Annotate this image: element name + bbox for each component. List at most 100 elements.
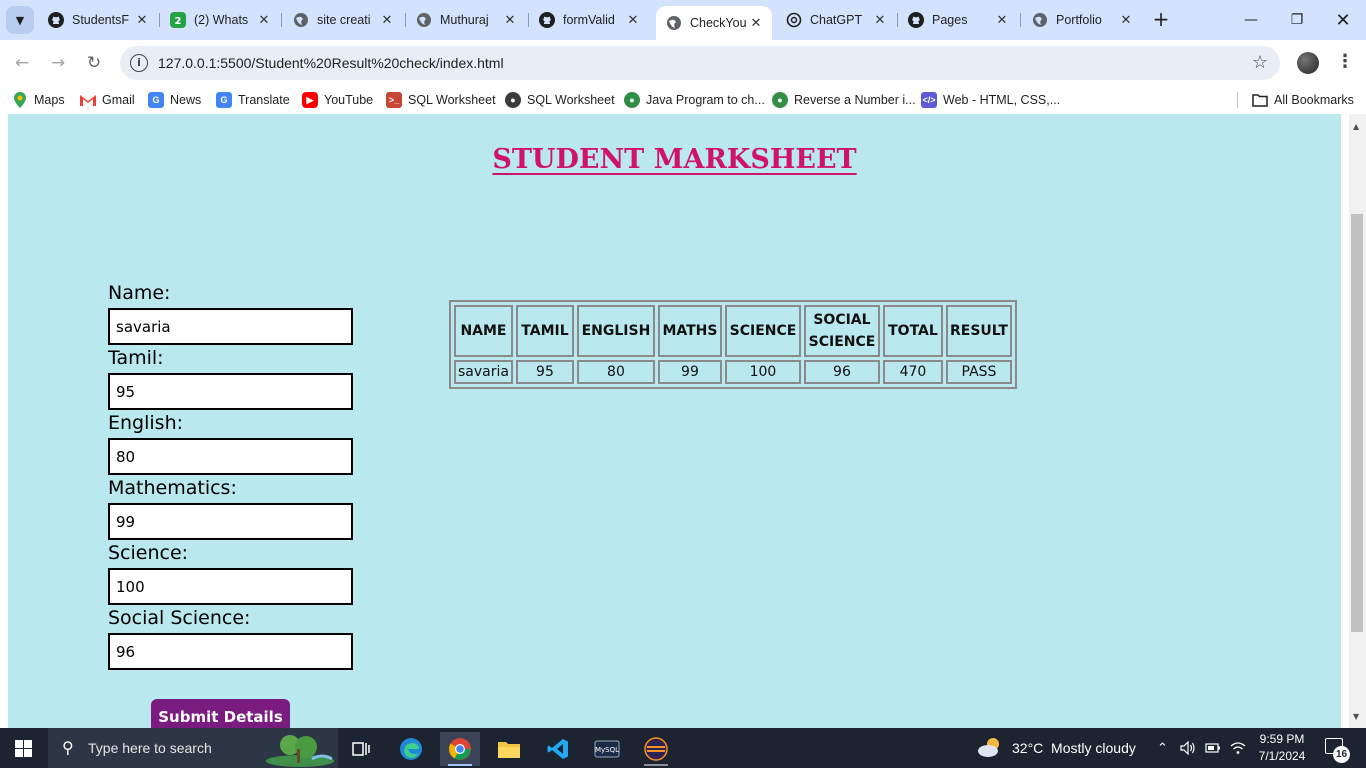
bookmark-translate[interactable]: G Translate	[216, 91, 290, 109]
page-title: STUDENT MARKSHEET	[8, 144, 1341, 175]
speaker-icon[interactable]	[1180, 728, 1196, 768]
bookmark-news[interactable]: G News	[148, 91, 201, 109]
bookmark-web-html-css[interactable]: </> Web - HTML, CSS,...	[921, 91, 1060, 109]
more-menu-icon[interactable]: ⋮	[1336, 51, 1354, 72]
taskbar-clock[interactable]: 9:59 PM 7/1/2024	[1252, 731, 1312, 765]
close-icon[interactable]: ✕	[748, 15, 764, 31]
reload-icon[interactable]: ↻	[80, 49, 108, 77]
chrome-icon[interactable]	[440, 732, 480, 766]
restore-icon[interactable]: ❐	[1274, 0, 1320, 40]
svg-text:MySQL: MySQL	[595, 746, 619, 754]
bookmark-sql-worksheet-2[interactable]: ● SQL Worksheet	[505, 91, 615, 109]
gmail-icon	[80, 92, 96, 108]
bookmark-label: Translate	[238, 93, 290, 107]
tab-8[interactable]: Pages ✕	[898, 6, 1018, 34]
bookmark-label: Gmail	[102, 93, 135, 107]
bookmark-maps[interactable]: Maps	[12, 91, 65, 109]
tab-4[interactable]: Muthuraj ✕	[406, 6, 526, 34]
weather-widget[interactable]: 32°C Mostly cloudy	[976, 728, 1136, 768]
tab-separator	[281, 13, 282, 27]
edge-icon[interactable]	[391, 732, 431, 766]
tab-6-active[interactable]: CheckYou ✕	[656, 6, 772, 40]
tab-2[interactable]: 2 (2) Whats ✕	[160, 6, 280, 34]
new-tab-plus-icon[interactable]: +	[1150, 9, 1172, 31]
windows-start-icon[interactable]	[15, 740, 32, 757]
scroll-up-arrow-icon[interactable]: ▲	[1353, 122, 1359, 131]
url-text[interactable]: 127.0.0.1:5500/Student%20Result%20check/…	[158, 55, 504, 71]
english-input[interactable]	[108, 438, 353, 475]
bookmark-label: Reverse a Number i...	[794, 93, 916, 107]
wifi-icon[interactable]	[1230, 728, 1246, 768]
tab-title: ChatGPT	[810, 13, 863, 27]
globe-icon: ●	[505, 92, 521, 108]
close-icon[interactable]: ✕	[625, 12, 641, 28]
science-label: Science:	[108, 542, 189, 564]
mathematics-label: Mathematics:	[108, 477, 237, 499]
table-header-row: NAME TAMIL ENGLISH MATHS SCIENCE SOCIAL …	[454, 305, 1012, 357]
bookmark-label: News	[170, 93, 202, 107]
tamil-input[interactable]	[108, 373, 353, 410]
bookmark-star-icon[interactable]: ☆	[1252, 52, 1268, 73]
close-icon[interactable]: ✕	[994, 12, 1010, 28]
show-hidden-icons-chevron-icon[interactable]: ⌃	[1157, 728, 1168, 768]
all-bookmarks[interactable]: All Bookmarks	[1252, 91, 1354, 109]
cell-english: 80	[576, 360, 655, 384]
eclipse-icon[interactable]	[636, 732, 676, 766]
folder-icon	[1252, 92, 1268, 108]
tab-1[interactable]: StudentsF ✕	[38, 6, 158, 34]
search-highlight-art[interactable]	[262, 731, 336, 767]
gfg-icon: ●	[624, 92, 640, 108]
whatsapp-icon: 2	[170, 12, 186, 28]
file-explorer-icon[interactable]	[489, 732, 529, 766]
tab-7[interactable]: ChatGPT ✕	[776, 6, 896, 34]
bookmark-sql-worksheet-1[interactable]: >_ SQL Worksheet	[386, 91, 496, 109]
result-table: NAME TAMIL ENGLISH MATHS SCIENCE SOCIAL …	[449, 300, 1017, 389]
col-name-header: NAME	[454, 305, 513, 357]
close-icon[interactable]: ✕	[256, 12, 272, 28]
science-input[interactable]	[108, 568, 353, 605]
back-arrow-icon[interactable]: ←	[8, 49, 36, 77]
tab-search-button[interactable]: ▼	[6, 6, 34, 34]
submit-details-button[interactable]: Submit Details	[151, 699, 290, 728]
cell-maths: 99	[657, 360, 722, 384]
close-icon[interactable]: ✕	[1118, 12, 1134, 28]
site-info-icon[interactable]: i	[130, 54, 148, 72]
tab-title: site creati	[317, 13, 371, 27]
col-english-header: ENGLISH	[576, 305, 655, 357]
battery-icon[interactable]	[1205, 728, 1221, 768]
close-icon[interactable]: ✕	[379, 12, 395, 28]
bookmark-java-program[interactable]: ● Java Program to ch...	[624, 91, 765, 109]
close-window-icon[interactable]: ✕	[1320, 0, 1366, 40]
bookmark-label: Web - HTML, CSS,...	[943, 93, 1061, 107]
tab-9[interactable]: Portfolio ✕	[1022, 6, 1142, 34]
bookmark-gmail[interactable]: Gmail	[80, 91, 135, 109]
scroll-down-arrow-icon[interactable]: ▼	[1353, 712, 1359, 721]
social-science-input[interactable]	[108, 633, 353, 670]
forward-arrow-icon[interactable]: →	[44, 49, 72, 77]
tab-badge: 2	[175, 16, 182, 27]
page-scrollbar[interactable]: ▲ ▼	[1349, 114, 1366, 728]
mysql-icon[interactable]: MySQL	[587, 732, 627, 766]
scrollbar-thumb[interactable]	[1351, 214, 1363, 632]
mathematics-input[interactable]	[108, 503, 353, 540]
profile-avatar[interactable]	[1297, 52, 1319, 74]
bookmark-reverse-number[interactable]: ● Reverse a Number i...	[772, 91, 916, 109]
tab-5[interactable]: formValid ✕	[529, 6, 649, 34]
address-bar[interactable]: i 127.0.0.1:5500/Student%20Result%20chec…	[120, 46, 1280, 80]
bookmark-youtube[interactable]: ▶ YouTube	[302, 91, 373, 109]
close-icon[interactable]: ✕	[502, 12, 518, 28]
minimize-icon[interactable]: —	[1228, 0, 1274, 40]
vscode-icon[interactable]	[538, 732, 578, 766]
cell-name: savaria	[454, 360, 513, 384]
cell-tamil: 95	[515, 360, 574, 384]
page-body: STUDENT MARKSHEET Name: Tamil: English: …	[8, 114, 1341, 728]
name-input[interactable]	[108, 308, 353, 345]
col-total-header: TOTAL	[882, 305, 943, 357]
close-icon[interactable]: ✕	[872, 12, 888, 28]
notification-count-badge: 16	[1333, 746, 1350, 763]
close-icon[interactable]: ✕	[134, 12, 150, 28]
cloudy-weather-icon	[976, 736, 1004, 761]
task-view-icon[interactable]	[341, 732, 381, 766]
github-icon	[539, 12, 555, 28]
tab-3[interactable]: site creati ✕	[283, 6, 403, 34]
